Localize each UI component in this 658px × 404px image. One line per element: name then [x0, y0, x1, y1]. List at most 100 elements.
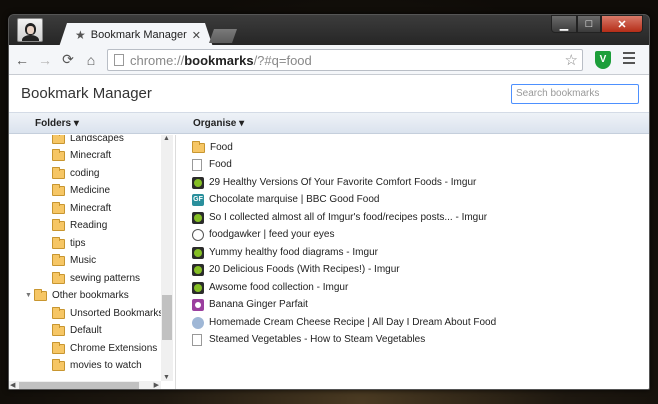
page-title: Bookmark Manager	[21, 85, 152, 102]
list-item[interactable]: Banana Ginger Parfait	[192, 296, 308, 313]
bookmark-manager-page: Bookmark Manager Folders ▾ Organise ▾ La…	[9, 75, 649, 389]
imgur-icon	[192, 263, 204, 276]
list-item-label: 20 Delicious Foods (With Recipes!) - Img…	[209, 264, 400, 275]
foodgawker-icon	[192, 228, 204, 241]
bookmark-star-icon[interactable]: ☆	[565, 51, 578, 69]
list-item[interactable]: Awsome food collection - Imgur	[192, 279, 348, 296]
maximize-button[interactable]: □	[577, 15, 601, 33]
tree-item-other-bookmarks[interactable]: ▼ Other bookmarks	[25, 287, 129, 304]
tree-item[interactable]: coding	[52, 165, 99, 182]
list-item[interactable]: Steamed Vegetables - How to Steam Vegeta…	[192, 331, 425, 348]
folder-icon	[52, 358, 65, 371]
address-bar[interactable]: chrome://bookmarks/?#q=food ☆	[107, 49, 583, 71]
column-headers: Folders ▾ Organise ▾	[9, 113, 649, 134]
menu-icon[interactable]	[623, 52, 635, 67]
tree-item-label: Landscapes	[70, 135, 124, 144]
url-rest: /?#q=food	[253, 52, 312, 68]
forward-button[interactable]: →	[35, 52, 55, 68]
star-icon: ★	[75, 28, 86, 42]
folder-icon	[52, 306, 65, 319]
organise-menu[interactable]: Organise ▾	[193, 118, 244, 129]
folder-icon	[52, 183, 65, 196]
imgur-icon	[192, 281, 204, 294]
tree-item-label: coding	[70, 168, 100, 179]
tree-item-label: Reading	[70, 220, 108, 231]
list-item-label: Awsome food collection - Imgur	[209, 282, 349, 293]
folder-icon	[52, 341, 65, 354]
home-button[interactable]: ⌂	[81, 52, 101, 68]
browser-toolbar: ← → ⟳ ⌂ chrome://bookmarks/?#q=food ☆ V	[9, 45, 649, 75]
tree-item[interactable]: Default	[52, 322, 102, 339]
list-item[interactable]: Food	[192, 139, 233, 156]
open-folder-icon	[34, 288, 47, 301]
expand-arrow-icon[interactable]: ▼	[25, 292, 32, 299]
list-item-label: Homemade Cream Cheese Recipe | All Day I…	[209, 317, 497, 328]
list-item-label: Yummy healthy food diagrams - Imgur	[209, 247, 378, 258]
reload-button[interactable]: ⟳	[58, 51, 78, 68]
browser-window: ★ Bookmark Manager ✕ ▁ □ ✕ ← → ⟳ ⌂ chrom…	[8, 14, 650, 390]
horizontal-scrollbar[interactable]: ◀ ▶	[9, 381, 161, 389]
profile-avatar[interactable]	[17, 18, 43, 42]
folder-tree: Landscapes Minecraft coding Medicine Min…	[9, 135, 176, 389]
tree-item-label: Music	[70, 255, 97, 266]
tree-item[interactable]: Music	[52, 252, 96, 269]
tree-item-label: Default	[70, 325, 102, 336]
tree-item[interactable]: Minecraft	[52, 200, 111, 217]
search-input[interactable]	[511, 83, 639, 104]
list-item[interactable]: foodgawker | feed your eyes	[192, 226, 334, 243]
list-item[interactable]: 29 Healthy Versions Of Your Favorite Com…	[192, 174, 476, 191]
tree-item[interactable]: sewing patterns	[52, 270, 140, 287]
banana-icon	[192, 298, 204, 311]
tree-item[interactable]: Minecraft	[52, 147, 111, 164]
window-controls: ▁ □ ✕	[551, 15, 643, 33]
list-item[interactable]: Homemade Cream Cheese Recipe | All Day I…	[192, 314, 496, 331]
close-icon[interactable]: ✕	[192, 29, 201, 42]
tab-bookmark-manager[interactable]: ★ Bookmark Manager ✕	[59, 23, 213, 47]
extension-shield-icon[interactable]: V	[595, 51, 611, 69]
tree-item[interactable]: Landscapes	[52, 135, 124, 147]
tree-item-label: Minecraft	[70, 150, 112, 161]
list-item-label: So I collected almost all of Imgur's foo…	[209, 212, 488, 223]
minimize-button[interactable]: ▁	[551, 15, 577, 33]
scroll-down-icon[interactable]: ▼	[163, 374, 170, 381]
folder-icon	[52, 323, 65, 336]
list-item-label: Food	[209, 159, 232, 170]
tree-item[interactable]: Medicine	[52, 182, 110, 199]
tree-item[interactable]: movies to watch	[52, 357, 142, 374]
tree-item-label: Chrome Extensions	[70, 343, 158, 354]
new-tab-button[interactable]	[209, 29, 239, 43]
good-food-icon: GF	[192, 193, 204, 206]
scroll-left-icon[interactable]: ◀	[10, 381, 15, 389]
tree-item-label: Minecraft	[70, 203, 112, 214]
search-results-list: Food Food 29 Healthy Versions Of Your Fa…	[192, 135, 647, 389]
close-window-button[interactable]: ✕	[601, 15, 643, 33]
tree-item-label: Unsorted Bookmarks	[70, 308, 164, 319]
folder-icon	[52, 148, 65, 161]
list-item[interactable]: Food	[192, 156, 232, 173]
scroll-thumb[interactable]	[162, 295, 172, 340]
folders-menu[interactable]: Folders ▾	[35, 118, 79, 129]
scroll-thumb[interactable]	[19, 382, 139, 389]
list-item[interactable]: GF Chocolate marquise | BBC Good Food	[192, 191, 379, 208]
list-item[interactable]: So I collected almost all of Imgur's foo…	[192, 209, 487, 226]
tree-item[interactable]: tips	[52, 235, 86, 252]
tree-item[interactable]: Unsorted Bookmarks	[52, 305, 163, 322]
list-item[interactable]: Yummy healthy food diagrams - Imgur	[192, 244, 378, 261]
imgur-icon	[192, 211, 204, 224]
tree-item[interactable]: Reading	[52, 217, 107, 234]
folder-icon	[52, 201, 65, 214]
folder-icon	[52, 271, 65, 284]
back-button[interactable]: ←	[12, 52, 32, 68]
page-icon	[192, 333, 202, 346]
list-item-label: 29 Healthy Versions Of Your Favorite Com…	[209, 177, 477, 188]
tab-title: Bookmark Manager	[90, 29, 187, 41]
list-item-label: foodgawker | feed your eyes	[209, 229, 335, 240]
scroll-right-icon[interactable]: ▶	[154, 381, 159, 389]
vertical-scrollbar[interactable]: ▲ ▼	[161, 135, 173, 381]
scroll-up-icon[interactable]: ▲	[163, 135, 170, 142]
page-header: Bookmark Manager	[9, 75, 649, 113]
list-item[interactable]: 20 Delicious Foods (With Recipes!) - Img…	[192, 261, 400, 278]
title-bar: ★ Bookmark Manager ✕ ▁ □ ✕	[9, 15, 649, 45]
tree-item[interactable]: Chrome Extensions	[52, 340, 157, 357]
folder-icon	[52, 166, 65, 179]
